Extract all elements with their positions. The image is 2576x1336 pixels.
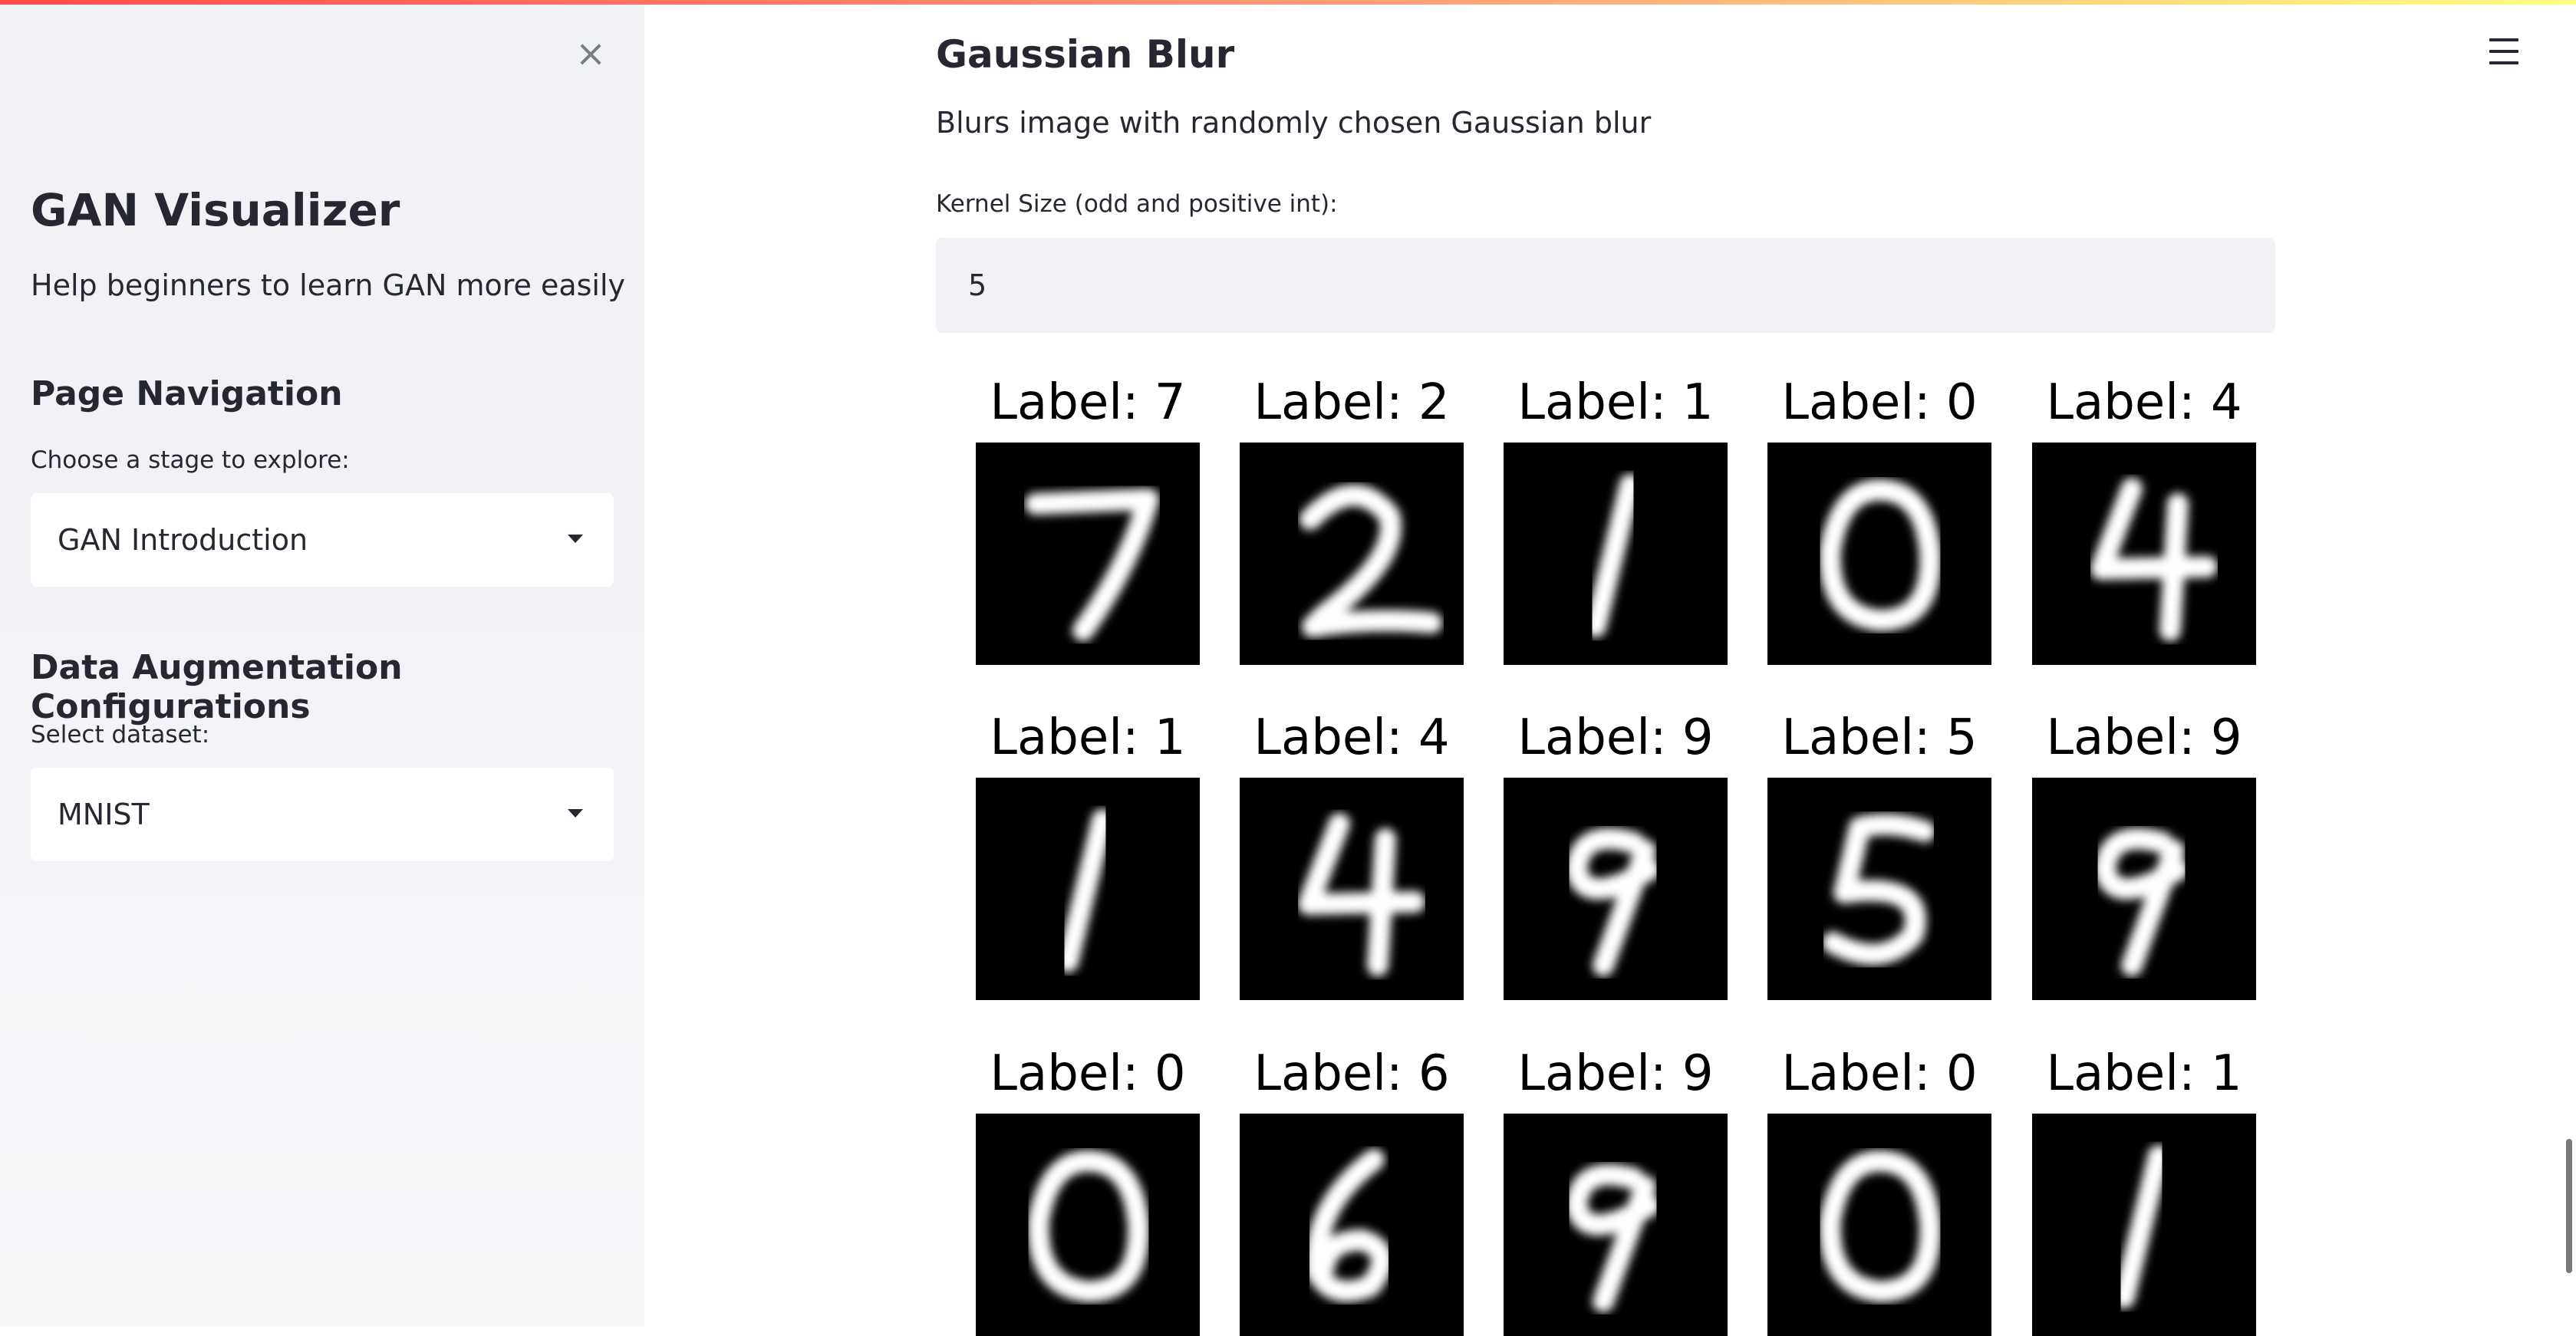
data-augmentation-heading: Data Augmentation Configurations: [31, 648, 403, 726]
digit-image: [1504, 1114, 1728, 1336]
sample-label: Label: 4: [1253, 709, 1450, 766]
dataset-select-label: Select dataset:: [31, 721, 210, 749]
sample-label: Label: 1: [1517, 374, 1714, 431]
sample-card: Label: 9: [1448, 707, 1728, 1000]
sample-card: Label: 6: [1184, 1043, 1464, 1336]
stage-select-value: GAN Introduction: [58, 523, 308, 557]
sample-card: Label: 9: [1977, 707, 2256, 1000]
top-accent-bar: [0, 0, 2576, 5]
sample-label: Label: 4: [2046, 374, 2242, 431]
digit-stroke: [1027, 1150, 1150, 1302]
section-description: Blurs image with randomly chosen Gaussia…: [936, 106, 1652, 140]
digit-stroke: [1819, 1150, 1942, 1302]
sample-label: Label: 1: [2046, 1045, 2242, 1102]
menu-icon[interactable]: [2489, 38, 2518, 66]
sample-card: Label: 0: [921, 1043, 1200, 1336]
sample-label: Label: 6: [1253, 1045, 1450, 1102]
dataset-select-value: MNIST: [58, 798, 150, 831]
sample-label: Label: 9: [1517, 709, 1714, 766]
kernel-size-input[interactable]: [936, 238, 2275, 333]
chevron-down-icon: [568, 809, 583, 818]
app-subtitle: Help beginners to learn GAN more easily: [31, 268, 626, 302]
digit-stroke: [2090, 478, 2218, 641]
digit-image: [1240, 1114, 1464, 1336]
section-title: Gaussian Blur: [936, 32, 1235, 77]
digit-image: [976, 1114, 1200, 1336]
digit-stroke: [1585, 474, 1641, 637]
digit-image: [1767, 443, 1991, 665]
sample-label: Label: 0: [1781, 1045, 1978, 1102]
digit-image: [2032, 778, 2256, 1000]
sample-label: Label: 2: [1253, 374, 1450, 431]
app-title: GAN Visualizer: [31, 184, 400, 236]
digit-image: [1504, 778, 1728, 1000]
digit-image: [976, 443, 1200, 665]
kernel-size-label: Kernel Size (odd and positive int):: [936, 190, 1338, 218]
digit-stroke: [2113, 1145, 2169, 1308]
digit-image: [1767, 778, 1991, 1000]
digit-image: [1240, 443, 1464, 665]
digit-image: [2032, 443, 2256, 665]
sample-card: Label: 1: [921, 707, 1200, 1000]
sample-label: Label: 0: [990, 1045, 1186, 1102]
digit-stroke: [1300, 484, 1442, 637]
digit-stroke: [1566, 828, 1660, 976]
scrollbar[interactable]: [2566, 1139, 2572, 1273]
sample-card: Label: 4: [1184, 707, 1464, 1000]
close-icon[interactable]: ×: [568, 31, 614, 77]
sample-card: Label: 1: [1977, 1043, 2256, 1336]
digit-stroke: [1298, 813, 1425, 976]
sample-label: Label: 1: [990, 709, 1186, 766]
sample-label: Label: 0: [1781, 374, 1978, 431]
digit-stroke: [2094, 828, 2189, 976]
sample-card: Label: 2: [1184, 372, 1464, 665]
digit-stroke: [1566, 1163, 1660, 1312]
sample-card: Label: 0: [1712, 1043, 1991, 1336]
digit-stroke: [1819, 479, 1942, 631]
digit-stroke: [1025, 489, 1159, 641]
sample-label: Label: 9: [1517, 1045, 1714, 1102]
sample-label: Label: 7: [990, 374, 1186, 431]
sample-card: Label: 1: [1448, 372, 1728, 665]
sample-card: Label: 9: [1448, 1043, 1728, 1336]
sample-card: Label: 0: [1712, 372, 1991, 665]
stage-select[interactable]: GAN Introduction: [31, 493, 614, 587]
sidebar: × GAN Visualizer Help beginners to learn…: [0, 0, 644, 1327]
digit-image: [976, 778, 1200, 1000]
digit-image: [1767, 1114, 1991, 1336]
digit-stroke: [1057, 809, 1113, 972]
digit-image: [1240, 778, 1464, 1000]
digit-stroke: [1305, 1149, 1393, 1302]
sample-label: Label: 5: [1781, 709, 1978, 766]
sample-card: Label: 7: [921, 372, 1200, 665]
page-navigation-heading: Page Navigation: [31, 374, 343, 413]
sample-card: Label: 4: [1977, 372, 2256, 665]
sample-label: Label: 9: [2046, 709, 2242, 766]
dataset-select[interactable]: MNIST: [31, 768, 614, 861]
chevron-down-icon: [568, 535, 583, 543]
digit-stroke: [1822, 814, 1935, 966]
digit-image: [2032, 1114, 2256, 1336]
digit-image: [1504, 443, 1728, 665]
stage-select-label: Choose a stage to explore:: [31, 446, 350, 474]
sample-card: Label: 5: [1712, 707, 1991, 1000]
